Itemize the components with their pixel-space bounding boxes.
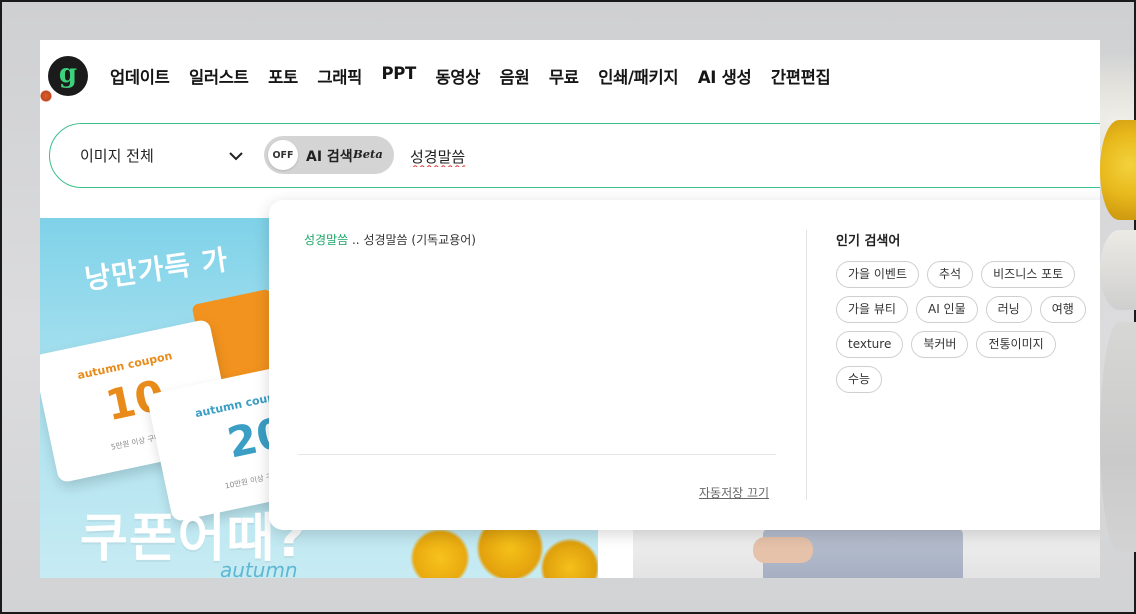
suggestion-separator: .. xyxy=(348,233,364,247)
ai-search-label: AI 검색 xyxy=(306,149,353,165)
nav-item-illustration[interactable]: 일러스트 xyxy=(189,64,249,88)
keyword-tag[interactable]: AI 인물 xyxy=(915,296,978,323)
divider xyxy=(806,230,807,500)
nav-item-video[interactable]: 동영상 xyxy=(436,64,481,88)
nav-item-audio[interactable]: 음원 xyxy=(500,64,530,88)
search-dropdown: 성경말씀 .. 성경말씀 (기독교용어) 자동저장 끄기 인기 검색어 가을 이… xyxy=(269,200,1100,530)
keyword-tag[interactable]: 러닝 xyxy=(985,296,1032,323)
banner-headline: 낭만가득 가 xyxy=(82,243,231,296)
search-input[interactable] xyxy=(410,144,1010,168)
nav-item-ai-generate[interactable]: AI 생성 xyxy=(698,64,752,88)
main-nav: 업데이트 일러스트 포토 그래픽 PPT 동영상 음원 무료 인쇄/패키지 AI… xyxy=(110,64,850,88)
content-photo[interactable] xyxy=(633,527,1100,578)
suggestion-detail: 성경말씀 (기독교용어) xyxy=(363,233,476,247)
beta-badge: Beta xyxy=(353,147,383,161)
nav-item-print-package[interactable]: 인쇄/패키지 xyxy=(598,64,678,88)
keyword-tag[interactable]: 북커버 xyxy=(911,331,969,358)
background-decoration xyxy=(1100,230,1136,310)
suggestion-keyword: 성경말씀 xyxy=(304,233,349,247)
keyword-tag[interactable]: texture xyxy=(836,331,904,358)
toggle-knob: OFF xyxy=(268,140,298,170)
screenshot-frame: g 업데이트 일러스트 포토 그래픽 PPT 동영상 음원 무료 인쇄/패키지 … xyxy=(0,0,1136,614)
hands xyxy=(753,537,813,563)
nav-item-photo[interactable]: 포토 xyxy=(268,64,298,88)
autosave-off-link[interactable]: 자동저장 끄기 xyxy=(699,484,769,501)
nav-item-update[interactable]: 업데이트 xyxy=(110,64,170,88)
logo-letter: g xyxy=(58,59,78,89)
keyword-tag[interactable]: 추석 xyxy=(927,261,974,288)
keyword-tag[interactable]: 가을 뷰티 xyxy=(836,296,908,323)
keyword-tag[interactable]: 수능 xyxy=(836,366,883,393)
keyword-tag[interactable]: 가을 이벤트 xyxy=(836,261,920,288)
divider xyxy=(298,454,776,455)
keyword-tag[interactable]: 여행 xyxy=(1039,296,1086,323)
popular-keywords-title: 인기 검색어 xyxy=(836,234,901,249)
nav-item-graphic[interactable]: 그래픽 xyxy=(317,64,362,88)
popular-keyword-list: 가을 이벤트 추석 비즈니스 포토 가을 뷰티 AI 인물 러닝 여행 text… xyxy=(836,261,1096,393)
logo-decoration xyxy=(40,88,52,102)
autocomplete-suggestion[interactable]: 성경말씀 .. 성경말씀 (기독교용어) xyxy=(304,231,476,248)
background-flower xyxy=(1100,120,1136,220)
chevron-down-icon[interactable] xyxy=(226,146,246,166)
site-logo[interactable]: g xyxy=(48,56,88,96)
search-bar: 이미지 전체 OFF AI 검색 Beta xyxy=(49,123,1100,188)
nav-item-easy-edit[interactable]: 간편편집 xyxy=(771,64,831,88)
nav-item-ppt[interactable]: PPT xyxy=(381,64,416,88)
background-decoration xyxy=(1100,322,1136,552)
nav-item-free[interactable]: 무료 xyxy=(549,64,579,88)
keyword-tag[interactable]: 전통이미지 xyxy=(976,331,1056,358)
ai-search-toggle[interactable]: OFF AI 검색 Beta xyxy=(264,136,394,174)
web-page: g 업데이트 일러스트 포토 그래픽 PPT 동영상 음원 무료 인쇄/패키지 … xyxy=(40,40,1100,578)
banner-script-text: autumn xyxy=(220,558,298,578)
search-scope-select[interactable]: 이미지 전체 xyxy=(80,145,154,166)
keyword-tag[interactable]: 비즈니스 포토 xyxy=(981,261,1076,288)
